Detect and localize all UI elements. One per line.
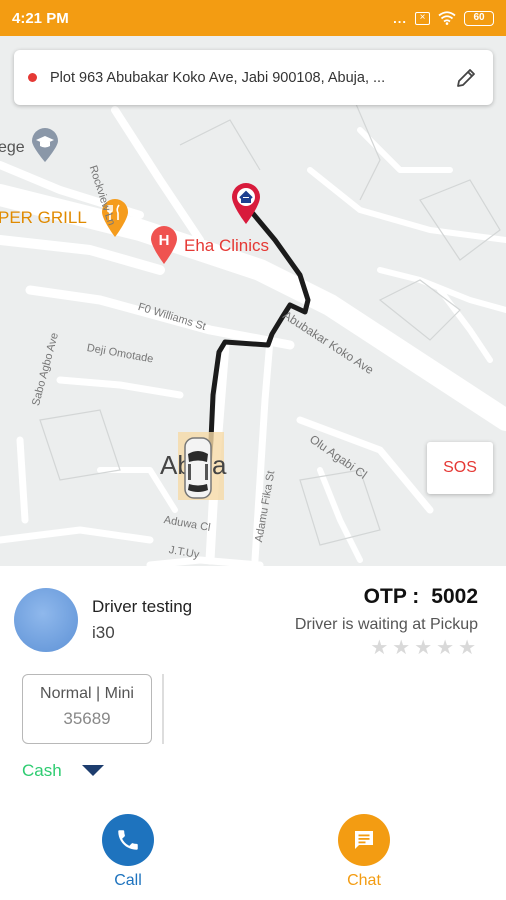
phone-icon[interactable] xyxy=(102,814,154,866)
driver-name: Driver testing xyxy=(92,597,193,616)
call-button[interactable]: Call xyxy=(83,814,173,890)
vehicle-type: Normal | Mini xyxy=(40,685,134,702)
pickup-address: Plot 963 Abubakar Koko Ave, Jabi 900108,… xyxy=(50,69,386,86)
star-icon: ★ xyxy=(370,637,389,659)
chat-button[interactable]: Chat xyxy=(319,814,409,890)
star-icon: ★ xyxy=(436,637,455,659)
sos-button[interactable]: SOS xyxy=(427,442,493,494)
status-icons: ... × 60 xyxy=(393,10,494,26)
hospital-icon: H xyxy=(151,226,177,264)
otp-label: OTP : xyxy=(363,585,420,608)
driver-status: Driver is waiting at Pickup xyxy=(294,616,478,633)
pickup-home-pin-icon xyxy=(232,183,260,224)
otp-value: 5002 xyxy=(431,585,478,608)
vehicle-info-card: Normal | Mini 35689 xyxy=(22,674,152,744)
otp: OTP : 5002 xyxy=(364,585,478,609)
restaurant-label: PER GRILL xyxy=(0,208,87,227)
star-icon: ★ xyxy=(458,637,476,659)
vehicle-number: 35689 xyxy=(63,709,111,728)
more-notifications-icon: ... xyxy=(393,10,407,26)
status-time: 4:21 PM xyxy=(12,9,69,27)
driver-avatar xyxy=(14,588,78,652)
svg-text:H: H xyxy=(159,232,170,249)
edit-icon[interactable] xyxy=(453,65,479,91)
wifi-icon xyxy=(438,11,456,25)
pickup-dot-icon xyxy=(28,73,37,82)
pickup-address-bar[interactable]: Plot 963 Abubakar Koko Ave, Jabi 900108,… xyxy=(14,50,493,105)
battery-icon: 60 xyxy=(464,10,494,26)
divider xyxy=(162,674,164,744)
place-label: ege xyxy=(0,139,25,156)
clinic-label: Eha Clinics xyxy=(184,236,270,255)
status-bar: 4:21 PM ... × 60 xyxy=(0,0,506,36)
star-icon: ★ xyxy=(414,637,433,659)
graduation-cap-icon xyxy=(32,128,58,162)
driver-info-sheet: Driver testing i30 OTP : 5002 Driver is … xyxy=(0,566,506,900)
star-icon: ★ xyxy=(392,637,411,659)
call-label: Call xyxy=(114,872,142,889)
vehicle-model: i30 xyxy=(92,623,115,642)
sim-off-icon: × xyxy=(415,11,430,25)
driver-rating: ★ ★ ★ ★ ★ xyxy=(370,638,476,658)
payment-method[interactable]: Cash xyxy=(22,761,62,781)
caret-down-icon[interactable] xyxy=(82,765,104,776)
chat-label: Chat xyxy=(347,872,381,889)
chat-bubble-icon[interactable] xyxy=(338,814,390,866)
car-icon xyxy=(184,437,212,499)
